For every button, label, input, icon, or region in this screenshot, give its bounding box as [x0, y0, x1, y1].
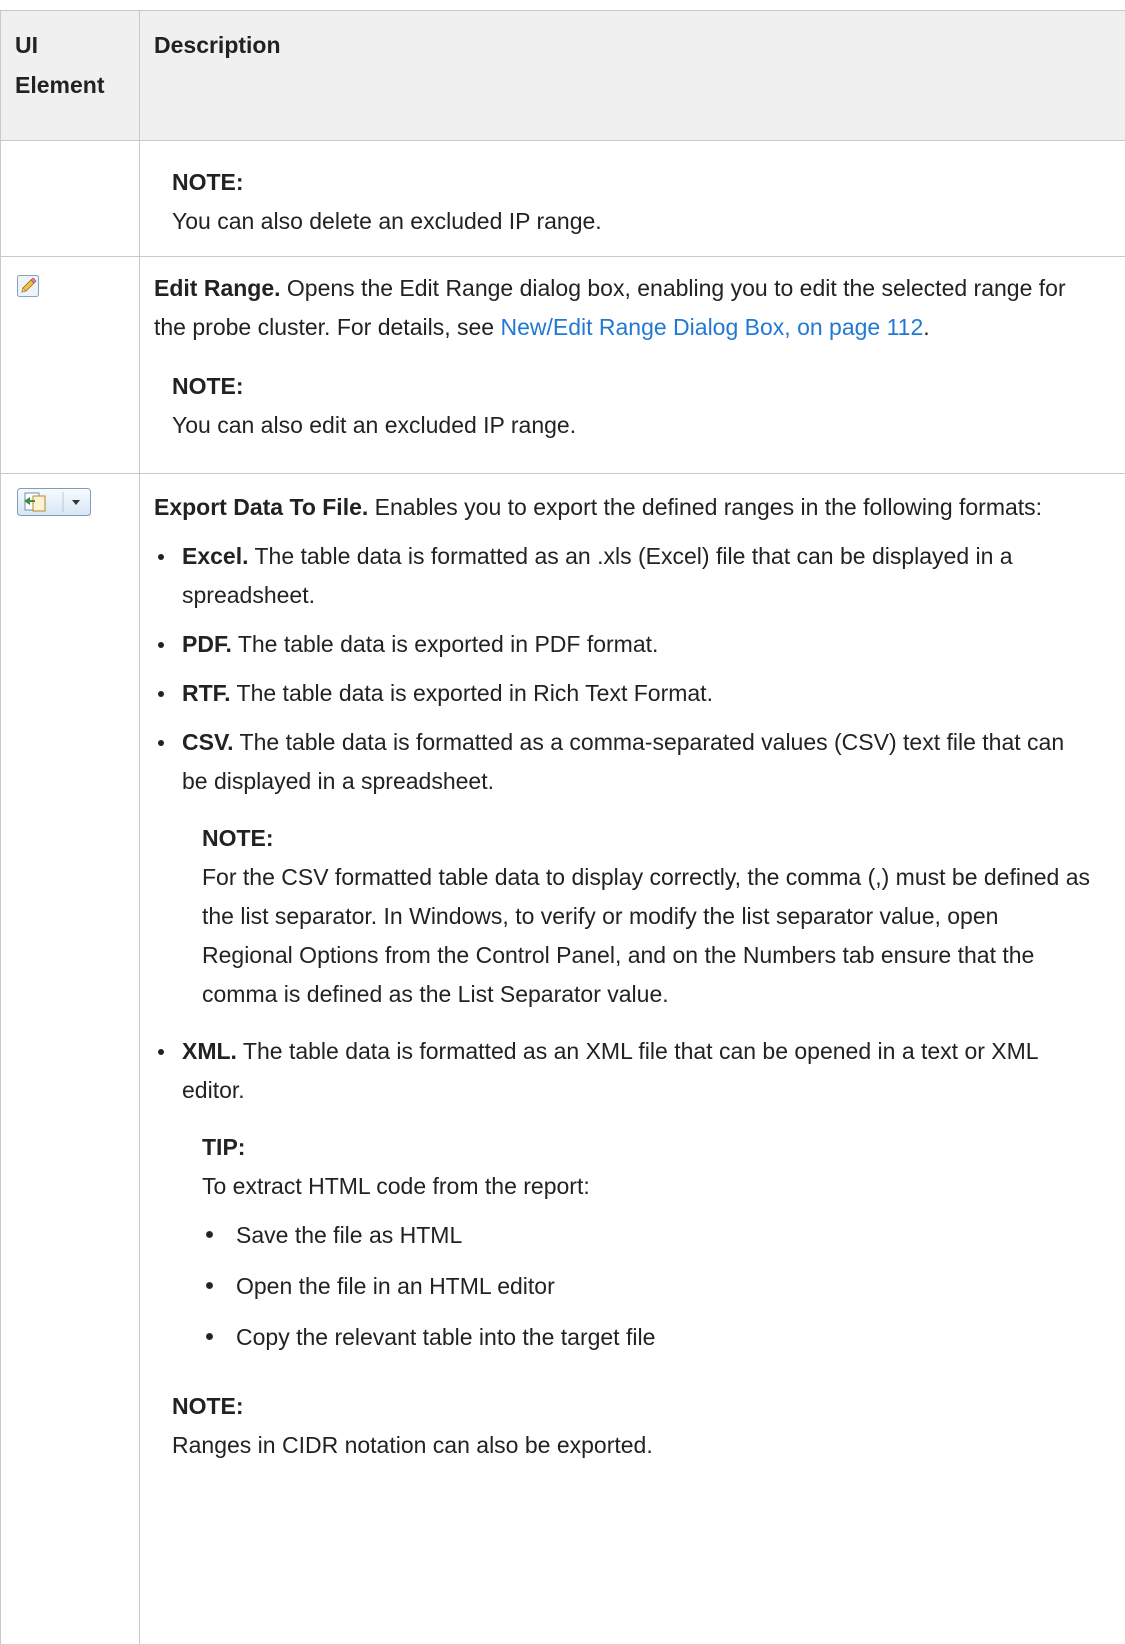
edit-range-period: .	[923, 314, 930, 340]
note-label: NOTE:	[172, 373, 244, 399]
export-title: Export Data To File.	[154, 494, 369, 520]
edit-range-description: Edit Range. Opens the Edit Range dialog …	[154, 269, 1085, 347]
tip-list-item: Open the file in an HTML editor	[202, 1267, 1095, 1306]
header-ui-element-label: UI Element	[15, 32, 105, 98]
tip-list-item: Copy the relevant table into the target …	[202, 1318, 1095, 1357]
format-list: Excel. The table data is formatted as an…	[154, 537, 1095, 1357]
export-description: Export Data To File. Enables you to expo…	[154, 488, 1095, 527]
header-description: Description	[140, 11, 1125, 140]
list-item: XML. The table data is formatted as an X…	[154, 1032, 1095, 1357]
list-item: CSV. The table data is formatted as a co…	[154, 723, 1095, 1032]
description-cell: Edit Range. Opens the Edit Range dialog …	[140, 257, 1125, 473]
description-cell: NOTE: You can also delete an excluded IP…	[140, 141, 1125, 256]
csv-note-text: For the CSV formatted table data to disp…	[202, 864, 1091, 1007]
table-header-row: UI Element Description	[0, 10, 1125, 141]
list-item: PDF. The table data is exported in PDF f…	[154, 625, 1095, 664]
export-data-icon[interactable]	[17, 488, 91, 516]
list-item: RTF. The table data is exported in Rich …	[154, 674, 1095, 713]
tip-label: TIP:	[202, 1134, 246, 1160]
table-row-delete-note: NOTE: You can also delete an excluded IP…	[0, 141, 1125, 257]
edit-range-title: Edit Range.	[154, 275, 281, 301]
tip-text: To extract HTML code from the report:	[202, 1173, 590, 1199]
note-text: Ranges in CIDR notation can also be expo…	[172, 1432, 653, 1458]
ui-element-cell	[0, 141, 140, 256]
csv-note-label: NOTE:	[202, 825, 274, 851]
tip-list-item: Save the file as HTML	[202, 1216, 1095, 1255]
export-text: Enables you to export the defined ranges…	[368, 494, 1043, 520]
note-text: You can also edit an excluded IP range.	[172, 412, 577, 438]
list-item: Excel. The table data is formatted as an…	[154, 537, 1095, 615]
ui-element-cell	[0, 257, 140, 473]
note-label: NOTE:	[172, 169, 244, 195]
header-description-label: Description	[154, 32, 281, 58]
note-label: NOTE:	[172, 1393, 244, 1419]
tip-list: Save the file as HTML Open the file in a…	[202, 1216, 1095, 1357]
description-cell: Export Data To File. Enables you to expo…	[140, 474, 1125, 1644]
edit-range-link[interactable]: New/Edit Range Dialog Box, on page 112	[500, 314, 923, 340]
pencil-edit-icon[interactable]	[17, 275, 39, 297]
ui-element-cell	[0, 474, 140, 1644]
header-ui-element: UI Element	[0, 11, 140, 140]
table-row-export-data: Export Data To File. Enables you to expo…	[0, 474, 1125, 1644]
ui-element-table: UI Element Description NOTE: You can als…	[0, 10, 1125, 1644]
note-text: You can also delete an excluded IP range…	[172, 208, 602, 234]
table-row-edit-range: Edit Range. Opens the Edit Range dialog …	[0, 257, 1125, 474]
